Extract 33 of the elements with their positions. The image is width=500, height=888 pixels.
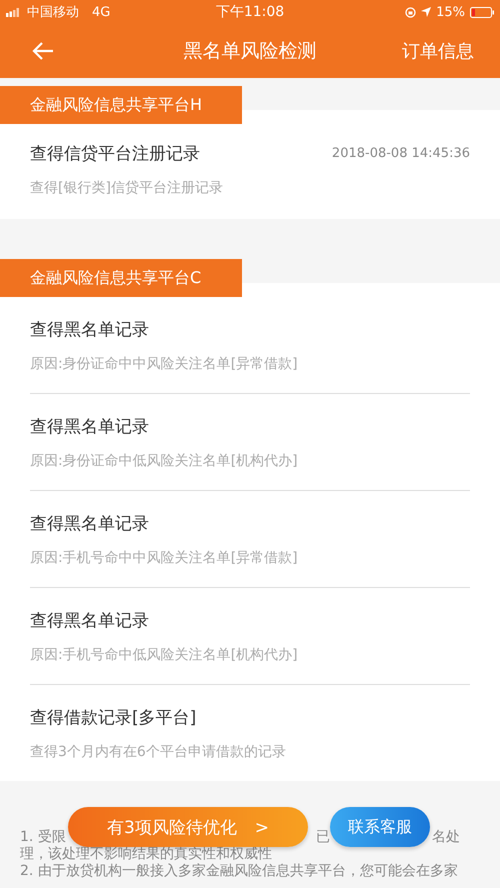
clock-time: 下午11:08 [216, 3, 284, 21]
order-info-link[interactable]: 订单信息 [402, 39, 474, 63]
record-detail: 原因:身份证命中低风险关注名单[机构代办] [30, 452, 299, 470]
optimize-risk-button[interactable]: 有3项风险待优化 > [68, 807, 308, 847]
note-text: 1. 受限 [20, 829, 66, 845]
record-detail: 查得[银行类]信贷平台注册记录 [30, 179, 224, 197]
record-detail: 原因:身份证命中中风险关注名单[异常借款] [30, 355, 299, 373]
battery-percent: 15% [436, 4, 465, 20]
note-text: 2. 由于放贷机构一般接入多家金融风险信息共享平台，您可能会在多家 [20, 863, 459, 880]
record-title: 查得黑名单记录 [30, 319, 149, 341]
back-arrow-icon[interactable] [32, 42, 54, 60]
page-title: 黑名单风险检测 [184, 39, 316, 64]
platform-tag: 金融风险信息共享平台H [0, 86, 242, 124]
record-title: 查得黑名单记录 [30, 610, 149, 632]
record-detail: 原因:手机号命中低风险关注名单[机构代办] [30, 646, 299, 664]
record-time: 2018-08-08 14:45:36 [332, 146, 470, 161]
network-label: 4G [92, 4, 110, 20]
record-title: 查得借款记录[多平台] [30, 707, 196, 729]
battery-icon [470, 6, 494, 18]
location-arrow-icon [421, 7, 432, 17]
record-title: 查得黑名单记录 [30, 513, 149, 535]
carrier-label: 中国移动 [27, 4, 79, 21]
note-text: 名处 [432, 829, 460, 846]
rotation-lock-icon [405, 6, 416, 18]
note-text: 已 [316, 829, 330, 846]
record-title: 查得信贷平台注册记录 [30, 143, 200, 165]
note-text: 理，该处理不影响结果的真实性和权威性 [20, 846, 273, 863]
record-detail: 原因:手机号命中中风险关注名单[异常借款] [30, 549, 299, 567]
platform-tag: 金融风险信息共享平台C [0, 259, 242, 297]
contact-service-button[interactable]: 联系客服 [330, 807, 430, 847]
signal-icon [6, 8, 22, 16]
record-title: 查得黑名单记录 [30, 416, 149, 438]
record-detail: 查得3个月内有在6个平台申请借款的记录 [30, 743, 287, 761]
